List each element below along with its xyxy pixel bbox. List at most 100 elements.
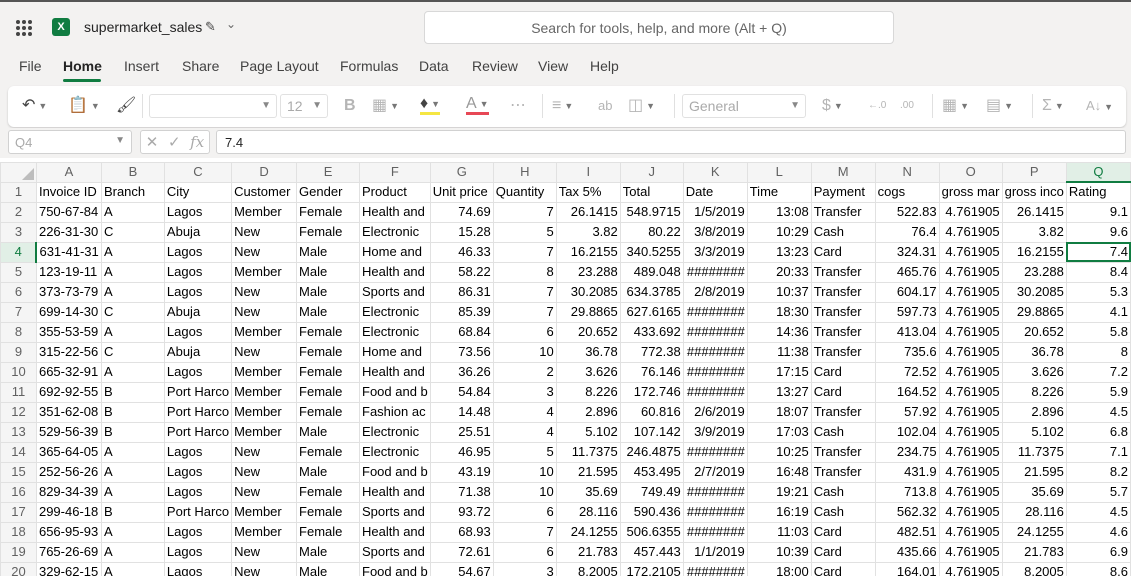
- row-header[interactable]: 18: [0, 521, 37, 543]
- cell[interactable]: 18:30: [746, 301, 812, 323]
- cell[interactable]: B: [100, 401, 165, 423]
- cell[interactable]: 2/7/2019: [682, 461, 748, 483]
- cell[interactable]: 8.2: [1065, 461, 1131, 483]
- header-cell[interactable]: Rating: [1065, 181, 1131, 203]
- cell[interactable]: 604.17: [874, 281, 940, 303]
- cell[interactable]: 4.761905: [938, 281, 1003, 303]
- cell[interactable]: 6.9: [1065, 541, 1131, 563]
- cell[interactable]: 4.761905: [938, 201, 1003, 223]
- cell[interactable]: 74.69: [429, 201, 494, 223]
- row-header[interactable]: 4: [0, 241, 38, 263]
- cell[interactable]: 11:03: [746, 521, 812, 543]
- header-cell[interactable]: gross mar: [938, 181, 1003, 203]
- cell[interactable]: Female: [296, 221, 361, 243]
- cell[interactable]: 6: [492, 321, 557, 343]
- cell[interactable]: 58.22: [429, 261, 494, 283]
- more-icon[interactable]: ⋯: [510, 96, 526, 116]
- cell[interactable]: Sports and: [359, 501, 431, 523]
- cell[interactable]: 17:15: [746, 361, 812, 383]
- header-cell[interactable]: gross inco: [1001, 181, 1067, 203]
- cell[interactable]: 4.761905: [938, 481, 1003, 503]
- cell[interactable]: B: [100, 421, 165, 443]
- cell[interactable]: 54.67: [429, 561, 494, 576]
- cell[interactable]: C: [100, 301, 165, 323]
- cell[interactable]: Female: [296, 321, 361, 343]
- borders-icon[interactable]: ▦ ▼: [372, 96, 399, 116]
- cell[interactable]: Lagos: [163, 201, 233, 223]
- cell[interactable]: Transfer: [810, 461, 876, 483]
- row-header[interactable]: 14: [0, 441, 37, 463]
- cell[interactable]: 3.626: [555, 361, 621, 383]
- cell[interactable]: 4.761905: [938, 381, 1003, 403]
- align-icon[interactable]: ≡ ▼: [552, 96, 573, 116]
- cell[interactable]: Sports and: [359, 541, 431, 563]
- menu-data[interactable]: Data: [419, 58, 449, 74]
- cell[interactable]: 16:48: [746, 461, 812, 483]
- cell[interactable]: 46.33: [429, 241, 494, 263]
- font-size-select[interactable]: 12 ▼: [280, 94, 328, 118]
- cell[interactable]: 3.82: [555, 221, 621, 243]
- cell[interactable]: 8.6: [1065, 561, 1131, 576]
- column-header-f[interactable]: F: [359, 162, 431, 183]
- cell[interactable]: 21.595: [555, 461, 621, 483]
- cell[interactable]: 14:36: [746, 321, 812, 343]
- cell[interactable]: ########: [682, 501, 748, 523]
- cell[interactable]: Transfer: [810, 281, 876, 303]
- cell[interactable]: New: [231, 221, 298, 243]
- column-header-j[interactable]: J: [619, 162, 684, 183]
- column-header-k[interactable]: K: [682, 162, 748, 183]
- menu-share[interactable]: Share: [182, 58, 219, 74]
- cell[interactable]: 4.761905: [938, 461, 1003, 483]
- cell[interactable]: 656-95-93: [35, 521, 102, 543]
- cell[interactable]: ########: [682, 561, 748, 576]
- cell[interactable]: 246.4875: [619, 441, 684, 463]
- cell[interactable]: 4.761905: [938, 301, 1003, 323]
- wrap-text-icon[interactable]: ab: [598, 96, 612, 116]
- menu-formulas[interactable]: Formulas: [340, 58, 398, 74]
- cell[interactable]: A: [100, 441, 165, 463]
- menu-file[interactable]: File: [19, 58, 42, 74]
- paste-icon[interactable]: 📋 ▼: [68, 96, 100, 116]
- cell[interactable]: Female: [296, 481, 361, 503]
- cell[interactable]: 16.2155: [1001, 241, 1067, 263]
- cell[interactable]: 4: [492, 421, 557, 443]
- cell[interactable]: 10: [492, 341, 557, 363]
- cell[interactable]: Card: [810, 541, 876, 563]
- cell[interactable]: Member: [231, 261, 298, 283]
- cell[interactable]: Male: [296, 461, 361, 483]
- header-cell[interactable]: Invoice ID: [35, 181, 102, 203]
- cell[interactable]: 4.761905: [938, 441, 1003, 463]
- row-header[interactable]: 5: [0, 261, 37, 283]
- cell[interactable]: 765-26-69: [35, 541, 102, 563]
- row-header[interactable]: 1: [0, 181, 37, 203]
- cell[interactable]: 8.4: [1065, 261, 1131, 283]
- cell[interactable]: Lagos: [163, 461, 233, 483]
- cell[interactable]: 2.896: [555, 401, 621, 423]
- cell[interactable]: 4.761905: [938, 561, 1003, 576]
- cell[interactable]: 699-14-30: [35, 301, 102, 323]
- cell[interactable]: 10:39: [746, 541, 812, 563]
- cell[interactable]: 6: [492, 541, 557, 563]
- cell[interactable]: 26.1415: [555, 201, 621, 223]
- cell[interactable]: 3/3/2019: [682, 241, 748, 263]
- menu-page-layout[interactable]: Page Layout: [240, 58, 319, 74]
- cell[interactable]: A: [100, 561, 165, 576]
- cell[interactable]: Transfer: [810, 401, 876, 423]
- column-header-c[interactable]: C: [163, 162, 233, 183]
- cell[interactable]: A: [100, 241, 165, 263]
- column-header-b[interactable]: B: [100, 162, 165, 183]
- cell[interactable]: Health and: [359, 481, 431, 503]
- confirm-icon[interactable]: ✓: [168, 133, 181, 151]
- cell[interactable]: B: [100, 501, 165, 523]
- cell[interactable]: 5: [492, 441, 557, 463]
- cell[interactable]: 2: [492, 361, 557, 383]
- cell[interactable]: Member: [231, 501, 298, 523]
- cell[interactable]: Female: [296, 341, 361, 363]
- cell[interactable]: 7: [492, 521, 557, 543]
- cell[interactable]: Member: [231, 521, 298, 543]
- cell[interactable]: 24.1255: [1001, 521, 1067, 543]
- cell[interactable]: Cash: [810, 221, 876, 243]
- cell[interactable]: Port Harco: [163, 501, 233, 523]
- cell[interactable]: 7: [492, 301, 557, 323]
- cell[interactable]: 7: [492, 281, 557, 303]
